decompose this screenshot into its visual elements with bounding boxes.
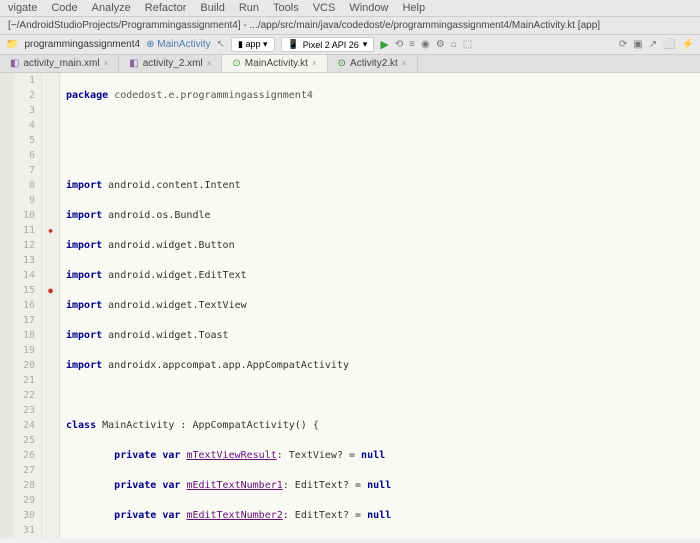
close-icon[interactable]: × — [104, 59, 109, 68]
menu-bar: vigate Code Analyze Refactor Build Run T… — [0, 0, 700, 17]
kt-icon: ⊙ — [338, 58, 346, 69]
icon[interactable]: ⌂ — [451, 39, 457, 50]
icon[interactable]: ▣ — [633, 39, 642, 50]
path-bar: [~/AndroidStudioProjects/Programmingassi… — [0, 17, 700, 35]
menu-item[interactable]: Tools — [273, 2, 299, 14]
toolbar: 📁 programmingassignment4 ⊕ MainActivity … — [0, 35, 700, 55]
icon[interactable]: ⚙ — [436, 39, 445, 50]
xml-icon: ◧ — [10, 58, 19, 69]
xml-icon: ◧ — [129, 58, 138, 69]
menu-item[interactable]: Help — [402, 2, 425, 14]
icon[interactable]: ↗ — [649, 39, 657, 50]
menu-item[interactable]: Run — [239, 2, 259, 14]
activity-label[interactable]: ⊕ MainActivity — [146, 39, 211, 50]
project-folder-icon: 📁 — [6, 39, 18, 50]
module-pill[interactable]: ▮ app ▾ — [231, 37, 275, 52]
main-icon: ⊙ — [232, 58, 240, 69]
menu-item[interactable]: Code — [51, 2, 77, 14]
close-icon[interactable]: × — [402, 59, 407, 68]
icon[interactable]: ⬚ — [463, 39, 472, 50]
tab-bar: ◧activity_main.xml× ◧activity_2.xml× ⊙Ma… — [0, 55, 700, 73]
icon[interactable]: ⚡ — [682, 39, 694, 50]
profile-icon[interactable]: ≡ — [409, 39, 415, 50]
stop-icon[interactable]: ◉ — [421, 39, 430, 50]
device-dropdown[interactable]: 📱 Pixel 2 API 26 ▾ — [281, 37, 375, 52]
menu-item[interactable]: VCS — [313, 2, 336, 14]
gutter-markers: ◆● — [42, 73, 60, 538]
menu-item[interactable]: Analyze — [92, 2, 131, 14]
left-stripe — [0, 73, 14, 538]
tab-activity2-kt[interactable]: ⊙Activity2.kt× — [328, 55, 418, 72]
run-button[interactable]: ▶ — [380, 38, 388, 51]
nav-arrow-icon: ↖ — [217, 39, 225, 50]
line-gutter: 1234567891011121314151617181920212223242… — [14, 73, 42, 538]
tab-activity-main-xml[interactable]: ◧activity_main.xml× — [0, 55, 119, 72]
close-icon[interactable]: × — [207, 59, 212, 68]
menu-item[interactable]: Refactor — [145, 2, 187, 14]
menu-item[interactable]: Window — [349, 2, 388, 14]
debug-icon[interactable]: ⟲ — [395, 39, 403, 50]
icon[interactable]: ⬜ — [663, 39, 675, 50]
code-area[interactable]: package codedost.e.programmingassignment… — [60, 73, 700, 538]
tab-main-activity-kt[interactable]: ⊙MainActivity.kt× — [222, 55, 327, 72]
code-editor[interactable]: 1234567891011121314151617181920212223242… — [0, 73, 700, 538]
sync-icon[interactable]: ⟳ — [619, 39, 627, 50]
close-icon[interactable]: × — [312, 59, 317, 68]
project-label[interactable]: programmingassignment4 — [24, 39, 140, 50]
tab-activity-2-xml[interactable]: ◧activity_2.xml× — [119, 55, 222, 72]
menu-item[interactable]: vigate — [8, 2, 37, 14]
menu-item[interactable]: Build — [200, 2, 224, 14]
